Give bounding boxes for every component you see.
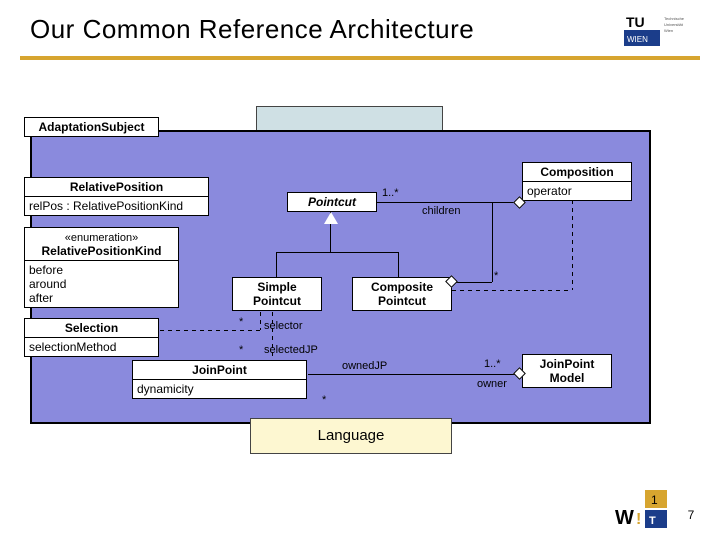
language-label: Language xyxy=(318,427,385,444)
class-adaptation-subject: AdaptationSubject xyxy=(24,117,159,137)
class-name: AdaptationSubject xyxy=(25,118,158,136)
svg-text:Wien: Wien xyxy=(664,28,673,33)
uml-diagram: AdaptationSubject RelativePosition relPo… xyxy=(30,130,651,424)
wit-logo: 1 T W ! xyxy=(615,490,670,530)
multiplicity-label: * xyxy=(239,344,243,356)
multiplicity-label: * xyxy=(322,394,326,406)
stereotype: «enumeration» xyxy=(65,232,138,244)
slide-header: Our Common Reference Architecture TU WIE… xyxy=(0,4,720,64)
class-composition: Composition operator xyxy=(522,162,632,201)
class-attr: relPos : RelativePositionKind xyxy=(25,197,208,215)
svg-text:Universität: Universität xyxy=(664,22,684,27)
svg-text:WIEN: WIEN xyxy=(627,35,648,44)
header-divider xyxy=(20,56,700,60)
role-label: selectedJP xyxy=(264,344,318,356)
connector xyxy=(377,202,522,203)
class-join-point: JoinPoint dynamicity xyxy=(132,360,307,399)
connector xyxy=(308,374,522,375)
class-name: Composition xyxy=(523,163,631,182)
class-attr: selectionMethod xyxy=(25,338,158,356)
svg-text:TU: TU xyxy=(626,14,645,30)
connector-dashed xyxy=(572,200,573,290)
multiplicity-label: 1..* xyxy=(382,187,399,199)
slide-title: Our Common Reference Architecture xyxy=(30,14,474,45)
connector-dashed xyxy=(160,330,260,331)
class-name: JoinPoint xyxy=(133,361,306,380)
class-attr: operator xyxy=(523,182,631,200)
connector-dashed xyxy=(452,290,572,291)
connector-dashed xyxy=(260,312,261,330)
enum-literals: before around after xyxy=(25,261,178,307)
role-label: ownedJP xyxy=(342,360,387,372)
footer-divider xyxy=(0,462,720,465)
background-panel-top xyxy=(256,106,443,132)
svg-text:Technische: Technische xyxy=(664,16,685,21)
role-label: selector xyxy=(264,320,303,332)
class-name: Pointcut xyxy=(288,193,376,211)
class-selection: Selection selectionMethod xyxy=(24,318,159,357)
language-label-box: Language xyxy=(250,418,452,454)
class-name: Composite Pointcut xyxy=(353,278,451,310)
role-label: owner xyxy=(477,378,507,390)
class-relative-position: RelativePosition relPos : RelativePositi… xyxy=(24,177,209,216)
multiplicity-label: * xyxy=(239,316,243,328)
svg-text:!: ! xyxy=(636,511,641,528)
connector xyxy=(398,252,399,277)
class-simple-pointcut: Simple Pointcut xyxy=(232,277,322,311)
class-name: Selection xyxy=(25,319,158,338)
role-label: children xyxy=(422,205,461,217)
class-join-point-model: JoinPoint Model xyxy=(522,354,612,388)
svg-text:T: T xyxy=(649,515,656,527)
svg-text:W: W xyxy=(615,507,634,529)
multiplicity-label: * xyxy=(494,270,498,282)
svg-text:1: 1 xyxy=(651,493,658,507)
slide: Our Common Reference Architecture TU WIE… xyxy=(0,0,720,540)
class-name: JoinPoint Model xyxy=(523,355,611,387)
class-pointcut: Pointcut xyxy=(287,192,377,212)
connector xyxy=(276,252,398,253)
class-name: Simple Pointcut xyxy=(233,278,321,310)
multiplicity-label: 1..* xyxy=(484,358,501,370)
class-attr: dynamicity xyxy=(133,380,306,398)
class-name: RelativePosition xyxy=(25,178,208,197)
page-number: 7 xyxy=(682,508,700,522)
generalization-arrow-icon xyxy=(324,212,338,224)
class-name: RelativePositionKind xyxy=(41,244,161,258)
connector xyxy=(276,252,277,277)
class-composite-pointcut: Composite Pointcut xyxy=(352,277,452,311)
connector xyxy=(452,282,492,283)
tu-wien-logo: TU WIEN Technische Universität Wien xyxy=(624,12,704,48)
connector xyxy=(492,202,493,282)
enum-relative-position-kind: «enumeration» RelativePositionKind befor… xyxy=(24,227,179,308)
